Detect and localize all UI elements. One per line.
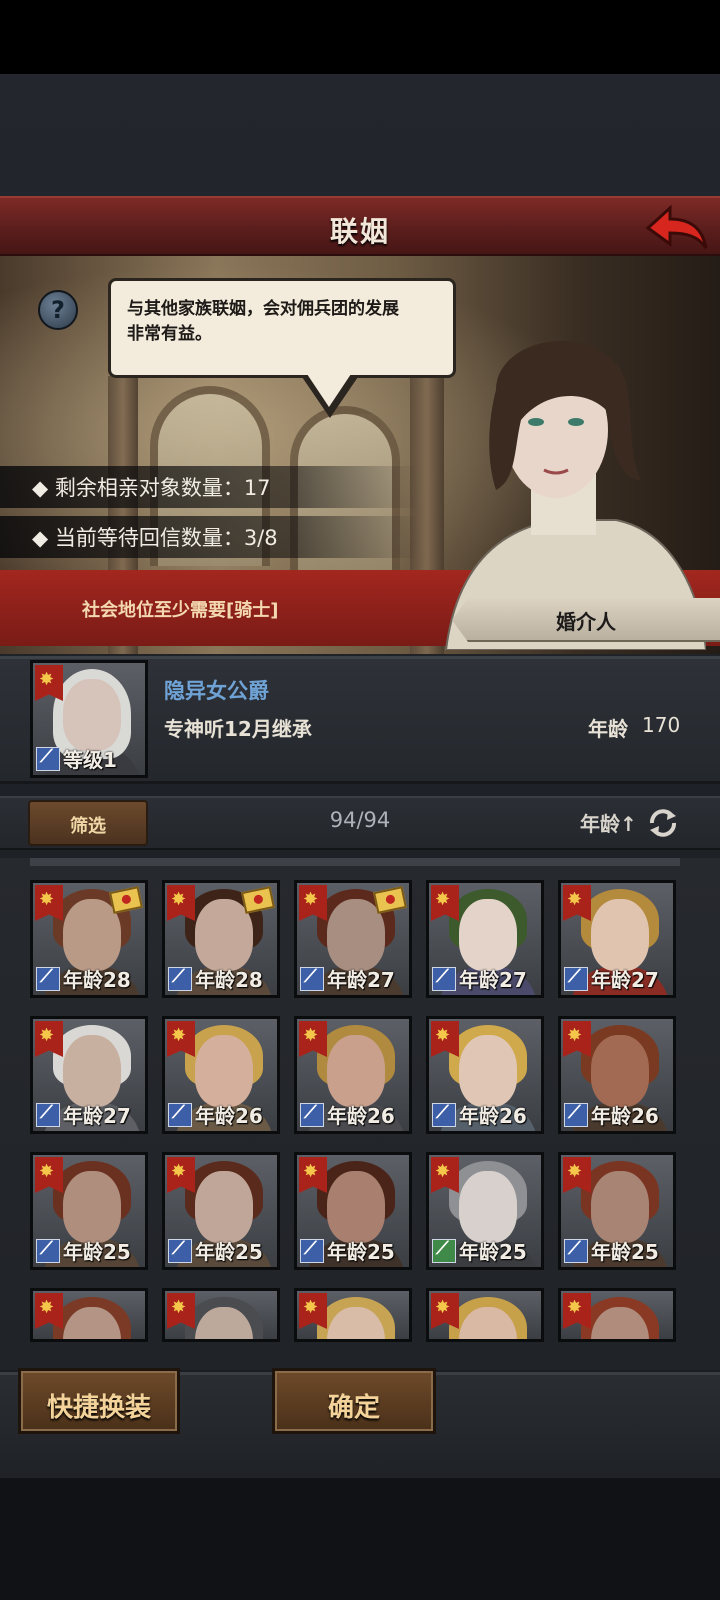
candidate-card[interactable]: 年龄26 <box>294 1016 412 1134</box>
candidate-age: 年龄27 <box>63 1104 131 1128</box>
face <box>327 1035 385 1107</box>
candidate-card[interactable]: 年龄27 <box>426 880 544 998</box>
face <box>63 1035 121 1107</box>
heir-level: 等级1 <box>63 748 117 772</box>
sort-button[interactable]: 年龄↑ <box>580 808 637 837</box>
sword-icon <box>564 1238 588 1263</box>
pending-row: ◆ 当前等待回信数量：3/8 <box>0 516 420 558</box>
sword-icon <box>36 1102 60 1127</box>
candidate-age: 年龄26 <box>327 1104 395 1128</box>
candidate-card[interactable]: 年龄25 <box>558 1152 676 1270</box>
back-arrow-icon[interactable] <box>644 202 710 254</box>
candidate-age: 年龄25 <box>591 1240 659 1264</box>
candidate-card[interactable]: 年龄25 <box>30 1152 148 1270</box>
candidate-card[interactable] <box>426 1288 544 1342</box>
candidate-age: 年龄26 <box>591 1104 659 1128</box>
candidate-card[interactable]: 年龄25 <box>162 1152 280 1270</box>
sword-icon <box>564 966 588 991</box>
filter-button[interactable]: 筛选 <box>28 800 148 846</box>
face <box>591 1171 649 1243</box>
candidate-age: 年龄28 <box>63 968 131 992</box>
quick-equip-button[interactable]: 快捷换装 <box>18 1368 180 1434</box>
candidate-age: 年龄28 <box>195 968 263 992</box>
matchmaker-label: 婚介人 <box>556 610 616 634</box>
face <box>63 679 121 751</box>
candidate-card[interactable] <box>162 1288 280 1342</box>
sword-icon <box>300 1102 324 1127</box>
candidate-age: 年龄27 <box>459 968 527 992</box>
face <box>591 1035 649 1107</box>
remaining-count: ◆ 剩余相亲对象数量：17 <box>32 476 271 500</box>
candidate-age: 年龄27 <box>591 968 659 992</box>
candidate-card[interactable]: 年龄27 <box>30 1016 148 1134</box>
heir-age-label: 年龄 <box>588 717 628 741</box>
candidate-card[interactable]: 年龄28 <box>162 880 280 998</box>
sword-icon <box>36 1238 60 1263</box>
sword-icon <box>300 1238 324 1263</box>
help-icon[interactable]: ? <box>38 290 78 330</box>
candidate-age: 年龄25 <box>459 1240 527 1264</box>
bottom-area <box>0 1478 720 1600</box>
face <box>591 899 649 971</box>
candidate-card[interactable] <box>294 1288 412 1342</box>
sword-icon <box>432 966 456 991</box>
candidate-card[interactable]: 年龄27 <box>558 880 676 998</box>
sword-icon <box>168 1102 192 1127</box>
matchmaker-tab[interactable]: 婚介人 <box>452 598 720 642</box>
speech-bubble: 与其他家族联姻，会对佣兵团的发展 非常有益。 <box>108 278 456 378</box>
heir-trait: 专神听12月继承 <box>164 717 312 741</box>
candidate-age: 年龄25 <box>63 1240 131 1264</box>
candidate-card[interactable]: 年龄28 <box>30 880 148 998</box>
grid-rail <box>30 858 680 866</box>
speech-tail-fill <box>305 371 353 407</box>
filter-label: 筛选 <box>70 816 106 837</box>
candidate-card[interactable] <box>558 1288 676 1342</box>
candidate-age: 年龄25 <box>195 1240 263 1264</box>
face <box>195 1171 253 1243</box>
face <box>63 1171 121 1243</box>
sword-icon <box>36 966 60 991</box>
sword-icon <box>432 1102 456 1127</box>
candidate-age: 年龄25 <box>327 1240 395 1264</box>
status-bar-top <box>0 0 720 74</box>
quick-equip-label: 快捷换装 <box>46 1393 151 1423</box>
candidate-age: 年龄27 <box>327 968 395 992</box>
candidate-card[interactable]: 年龄26 <box>162 1016 280 1134</box>
bow-icon <box>432 1238 456 1263</box>
face <box>459 1035 517 1107</box>
pending-count: ◆ 当前等待回信数量：3/8 <box>32 526 278 550</box>
candidate-card[interactable]: 年龄25 <box>294 1152 412 1270</box>
candidate-card[interactable]: 年龄25 <box>426 1152 544 1270</box>
confirm-button[interactable]: 确定 <box>272 1368 436 1434</box>
candidate-card[interactable]: 年龄26 <box>426 1016 544 1134</box>
sword-icon <box>300 966 324 991</box>
face <box>459 899 517 971</box>
sword-icon <box>36 746 60 771</box>
requirement-text: 社会地位至少需要[骑士] <box>82 600 279 621</box>
sword-icon <box>168 966 192 991</box>
candidate-age: 年龄26 <box>459 1104 527 1128</box>
dialog-line-1: 与其他家族联姻，会对佣兵团的发展 <box>127 299 399 319</box>
remaining-row: ◆ 剩余相亲对象数量：17 <box>0 466 420 508</box>
title-banner: 联姻 <box>0 196 720 256</box>
heir-name: 隐异女公爵 <box>164 679 269 703</box>
candidate-card[interactable] <box>30 1288 148 1342</box>
heir-portrait[interactable]: 等级1 <box>30 660 148 778</box>
dialog-line-2: 非常有益。 <box>127 324 212 344</box>
refresh-icon[interactable] <box>646 806 680 840</box>
face <box>459 1171 517 1243</box>
heir-age-value: 170 <box>642 713 681 737</box>
page-title: 联姻 <box>329 215 390 248</box>
face <box>195 1035 253 1107</box>
sword-icon <box>564 1102 588 1127</box>
candidate-card[interactable]: 年龄27 <box>294 880 412 998</box>
sword-icon <box>168 1238 192 1263</box>
face <box>327 1171 385 1243</box>
candidate-card[interactable]: 年龄26 <box>558 1016 676 1134</box>
candidate-count: 94/94 <box>329 808 391 832</box>
confirm-label: 确定 <box>327 1393 380 1423</box>
candidate-age: 年龄26 <box>195 1104 263 1128</box>
